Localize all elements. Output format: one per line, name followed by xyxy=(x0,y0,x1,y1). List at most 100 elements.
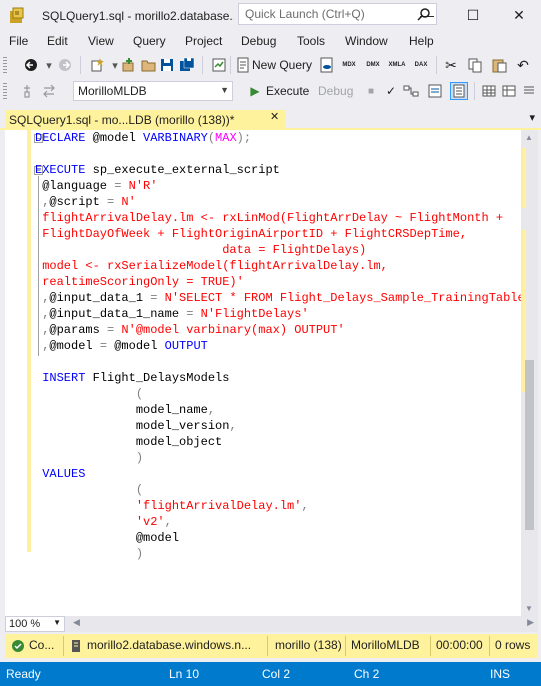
connect-icon[interactable] xyxy=(18,82,36,100)
status-separator xyxy=(430,636,431,656)
save-icon[interactable] xyxy=(158,56,176,74)
new-project-icon[interactable] xyxy=(88,56,106,74)
sql-code-editor[interactable]: − − DECLARE @model VARBINARY(MAX); EXECUT… xyxy=(5,130,538,616)
code-line: ,@input_data_1 = N'SELECT * FROM Flight_… xyxy=(35,290,532,306)
toolbar-separator xyxy=(436,56,437,74)
scroll-left-icon[interactable]: ◀ xyxy=(73,617,80,628)
menu-window[interactable]: Window xyxy=(345,34,388,48)
code-token: DECLARE xyxy=(35,131,86,145)
code-line: ) xyxy=(35,546,143,562)
menu-edit[interactable]: Edit xyxy=(47,34,68,48)
database-engine-query-icon[interactable] xyxy=(318,56,336,74)
toolbar-separator xyxy=(230,56,231,74)
code-line: DECLARE @model VARBINARY(MAX); xyxy=(35,130,251,146)
code-line: model_version, xyxy=(35,418,237,434)
ssms-app-icon[interactable] xyxy=(8,7,26,25)
scroll-down-icon[interactable]: ▼ xyxy=(525,604,533,613)
query-options-icon[interactable] xyxy=(426,82,444,100)
open-file-icon[interactable] xyxy=(140,56,158,74)
copy-icon[interactable] xyxy=(466,56,484,74)
status-char: Ch 2 xyxy=(354,667,380,681)
code-line: @language = N'R' xyxy=(35,178,157,194)
menu-project[interactable]: Project xyxy=(185,34,222,48)
status-separator xyxy=(345,636,346,656)
menu-query[interactable]: Query xyxy=(133,34,166,48)
execute-icon[interactable]: ▶ xyxy=(246,82,264,100)
execute-button[interactable]: Execute xyxy=(266,84,309,98)
toolbar-grip[interactable] xyxy=(3,83,7,99)
results-to-file-icon[interactable] xyxy=(500,82,518,100)
debug-button[interactable]: Debug xyxy=(318,84,353,98)
sql-editor-toolbar: MorilloMLDB ▼ ▶ Execute Debug ■ ✓ xyxy=(0,78,541,104)
code-line: model_object xyxy=(35,434,222,450)
code-token: , xyxy=(301,499,309,513)
parse-icon[interactable]: ✓ xyxy=(382,82,400,100)
database-select[interactable]: MorilloMLDB ▼ xyxy=(73,81,233,101)
tab-sqlquery1[interactable]: SQLQuery1.sql - mo...LDB (morillo (138))… xyxy=(5,110,285,130)
toolbar-separator xyxy=(474,82,475,100)
chevron-down-icon: ▼ xyxy=(53,618,61,627)
paste-icon[interactable] xyxy=(490,56,508,74)
new-query-button[interactable]: New Query xyxy=(252,58,312,72)
dax-query-icon[interactable]: DAX xyxy=(412,56,430,74)
maximize-button[interactable]: ☐ xyxy=(450,0,496,30)
close-window-button[interactable]: ✕ xyxy=(496,0,541,30)
code-token: @model xyxy=(107,339,165,353)
code-line: @model xyxy=(35,530,179,546)
results-to-grid-icon[interactable] xyxy=(480,82,498,100)
code-token: model_object xyxy=(35,435,223,449)
toolbar-grip[interactable] xyxy=(3,57,7,73)
comment-icon[interactable] xyxy=(520,82,538,100)
server-icon xyxy=(72,640,80,652)
vertical-scrollbar[interactable]: ▲ ▼ xyxy=(521,130,538,616)
xmla-query-icon[interactable]: XMLA xyxy=(388,56,406,74)
add-item-icon[interactable] xyxy=(120,56,138,74)
menu-debug[interactable]: Debug xyxy=(241,34,276,48)
new-query-icon[interactable] xyxy=(234,56,252,74)
title-bar: SQLQuery1.sql - morillo2.database... Qui… xyxy=(0,0,541,32)
status-insert-mode: INS xyxy=(490,667,511,681)
stop-icon[interactable]: ■ xyxy=(362,82,380,100)
code-token: , xyxy=(35,291,50,305)
mdx-query-icon[interactable]: MDX xyxy=(340,56,358,74)
code-token: , xyxy=(35,195,50,209)
code-line: VALUES xyxy=(35,466,85,482)
cut-icon[interactable]: ✂ xyxy=(442,56,460,74)
status-separator xyxy=(489,636,490,656)
code-token: = xyxy=(99,339,108,353)
back-icon[interactable] xyxy=(22,56,40,74)
status-bar: Ready Ln 10 Col 2 Ch 2 INS xyxy=(0,662,541,686)
close-icon[interactable]: ✕ xyxy=(270,110,279,123)
scrollbar-thumb[interactable] xyxy=(525,360,534,530)
code-token: Flight_DelaysModels xyxy=(85,371,230,385)
selected-database: MorilloMLDB xyxy=(78,84,147,98)
save-all-icon[interactable] xyxy=(178,56,196,74)
menu-tools[interactable]: Tools xyxy=(297,34,325,48)
query-status-bar: Co... morillo2.database.windows.n... mor… xyxy=(5,634,538,658)
display-plan-icon[interactable] xyxy=(402,82,420,100)
code-token: @model xyxy=(49,339,100,353)
menu-view[interactable]: View xyxy=(88,34,114,48)
editor-margin xyxy=(5,130,27,616)
code-line: FlightDayOfWeek + FlightOriginAirportID … xyxy=(35,226,467,242)
code-token: , xyxy=(207,403,216,417)
dmx-query-icon[interactable]: DMX xyxy=(364,56,382,74)
zoom-select[interactable]: 100 % ▼ xyxy=(5,616,65,632)
code-line: ( xyxy=(35,482,143,498)
undo-icon[interactable]: ↶ xyxy=(514,56,532,74)
forward-icon[interactable] xyxy=(56,56,74,74)
menu-help[interactable]: Help xyxy=(409,34,434,48)
scroll-right-icon[interactable]: ▶ xyxy=(527,617,534,628)
activity-monitor-icon[interactable] xyxy=(210,56,228,74)
code-token: ( xyxy=(207,131,216,145)
intellisense-icon[interactable] xyxy=(450,82,468,100)
code-line: ,@input_data_1_name = N'FlightDelays' xyxy=(35,306,308,322)
change-connection-icon[interactable] xyxy=(40,82,58,100)
minimize-button[interactable]: — xyxy=(404,0,450,30)
scroll-up-icon[interactable]: ▲ xyxy=(525,133,533,142)
status-separator xyxy=(63,636,64,656)
code-token: @model xyxy=(35,531,180,545)
code-token: , xyxy=(35,307,50,321)
tab-list-dropdown[interactable]: ▾ xyxy=(529,111,535,124)
menu-file[interactable]: File xyxy=(9,34,28,48)
